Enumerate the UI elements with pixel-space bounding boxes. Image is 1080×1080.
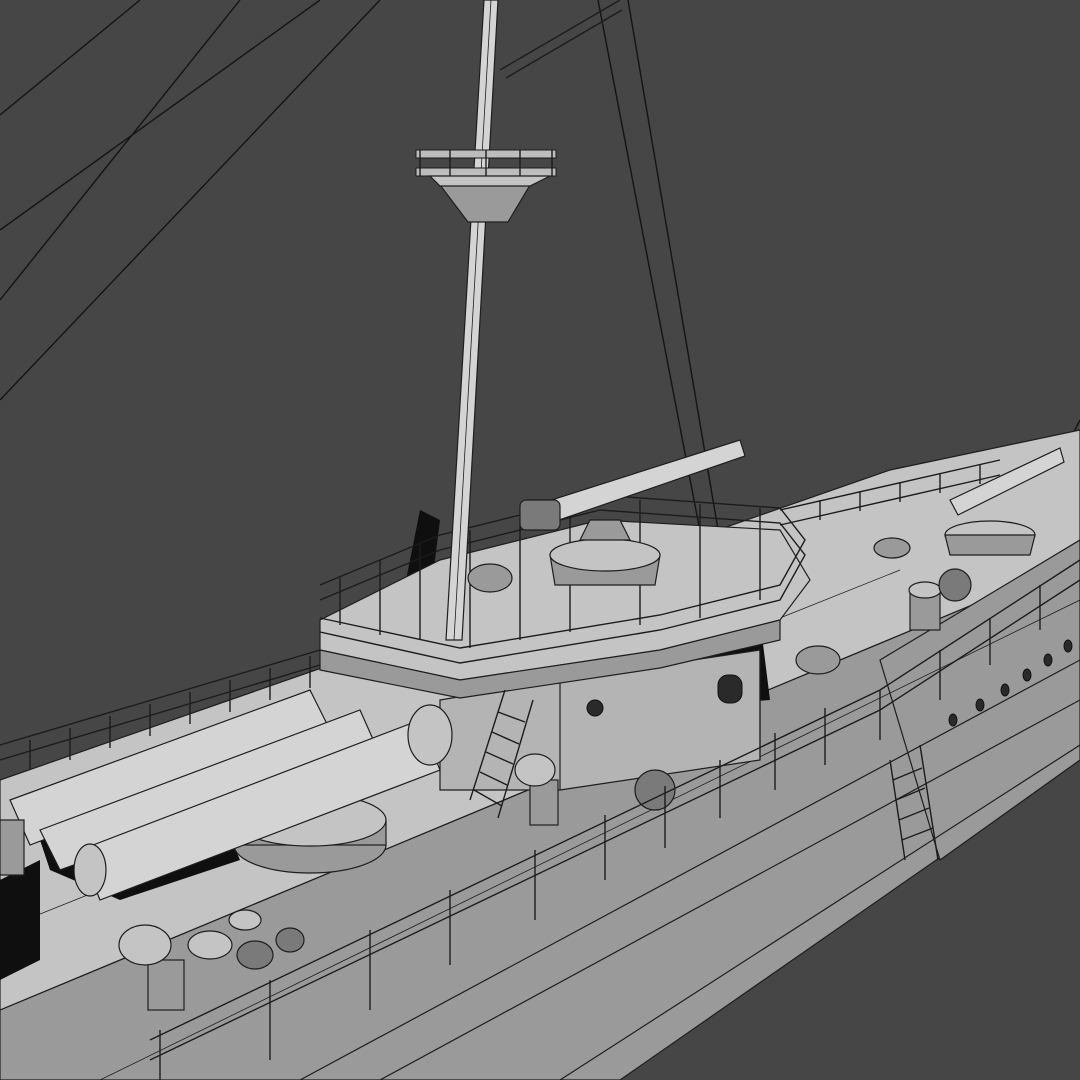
deckhouse-porthole — [586, 699, 604, 717]
deckhouse-window — [717, 674, 743, 704]
porthole — [948, 713, 958, 727]
porthole — [1022, 668, 1032, 682]
crows-nest — [438, 184, 532, 223]
ship-model-render — [0, 0, 1080, 1080]
porthole — [975, 698, 985, 712]
porthole — [1000, 683, 1010, 697]
porthole — [1043, 653, 1053, 667]
render-viewport — [0, 0, 1080, 1080]
porthole — [1063, 639, 1073, 653]
